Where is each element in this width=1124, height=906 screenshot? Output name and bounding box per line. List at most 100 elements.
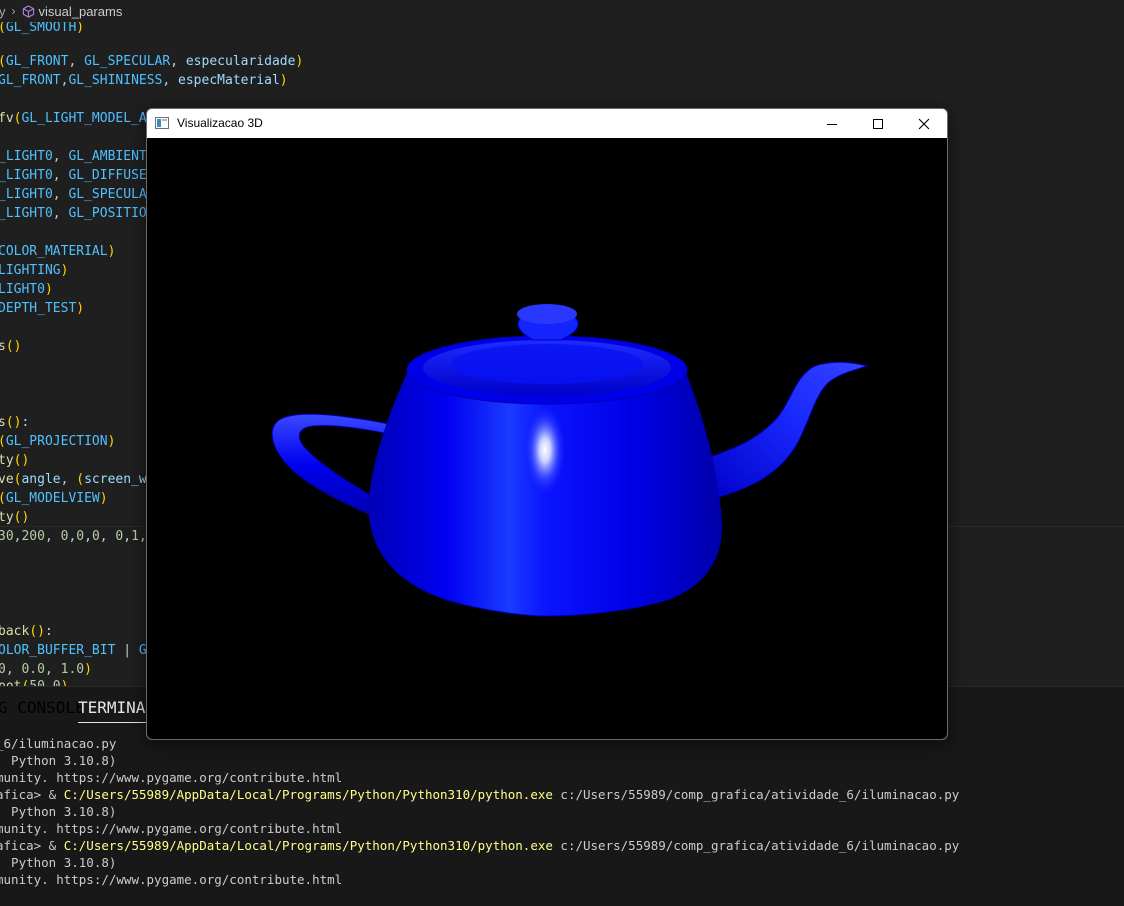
teapot-spout: [706, 361, 869, 499]
code-line-token: especularidade: [185, 54, 296, 69]
code-line-token: pot: [0, 679, 21, 686]
code-line-token: 1: [131, 529, 139, 544]
terminal-line: afica> & C:/Users/55989/AppData/Local/Pr…: [0, 837, 959, 854]
code-line-token: ty: [0, 453, 14, 468]
code-line-token: 50.0: [29, 679, 60, 686]
terminal-line: _6/iluminacao.py: [0, 735, 116, 752]
code-line-token: (): [5, 339, 22, 354]
close-button[interactable]: [901, 109, 947, 138]
terminal-line-token: C:/Users/55989/AppData/Local/Programs/Py…: [63, 838, 553, 853]
maximize-icon: [873, 118, 883, 129]
code-line-token: ,: [99, 529, 116, 544]
minimize-button[interactable]: [809, 109, 855, 138]
code-line-token: ): [61, 679, 69, 686]
code-line-token: GL_SHININESS: [68, 73, 163, 88]
code-line-token: 1.0: [60, 662, 85, 677]
code-line-token: :: [44, 624, 53, 639]
terminal-line: Python 3.10.8): [0, 854, 116, 871]
code-line: _LIGHT0, GL_AMBIENT: [0, 147, 147, 166]
tab-terminal[interactable]: TERMINAL: [78, 698, 156, 723]
code-line: _LIGHT0, GL_SPECULAR: [0, 185, 155, 204]
code-line-token: (): [13, 453, 30, 468]
code-line-token: GL_MODELVIEW: [5, 491, 100, 506]
code-line-token: ,: [52, 187, 69, 202]
code-line-token: angle: [21, 472, 61, 487]
code-line-token: ,: [5, 662, 22, 677]
code-line-token: ): [76, 301, 85, 316]
code-line-token: |: [115, 643, 139, 658]
code-line-token: 30: [0, 529, 14, 544]
code-line-token: _LIGHT0: [0, 149, 53, 164]
code-line-token: 0.0: [21, 662, 45, 677]
code-line-token: ,: [170, 54, 186, 69]
close-icon: [918, 118, 930, 129]
maximize-button[interactable]: [855, 109, 901, 138]
code-line-token: GL_FRONT: [0, 73, 61, 88]
teapot-render: [271, 304, 869, 617]
code-line: _LIGHT0, GL_POSITION: [0, 204, 155, 223]
terminal-line-token: c:/Users/55989/comp_grafica/atividade_6/…: [552, 838, 960, 853]
code-line-token: 200: [21, 529, 45, 544]
visualizacao-window[interactable]: Visualizacao 3D: [146, 108, 948, 740]
code-line: LIGHTING): [0, 261, 68, 280]
terminal-line: munity. https://www.pygame.org/contribut…: [0, 871, 342, 888]
terminal-line: Python 3.10.8): [0, 803, 116, 820]
window-titlebar[interactable]: Visualizacao 3D: [147, 109, 947, 138]
code-line-token: ,: [52, 149, 69, 164]
breadcrumb-current[interactable]: visual_params: [39, 4, 123, 19]
code-line: 30,200, 0,0,0, 0,1,0: [0, 527, 155, 546]
code-line-token: ,: [44, 529, 61, 544]
code-line-token: ,: [123, 529, 132, 544]
code-line-token: DEPTH_TEST: [0, 301, 77, 316]
terminal-line: Python 3.10.8): [0, 752, 116, 769]
code-line-token: LIGHT0: [0, 282, 45, 297]
terminal-line-token: afica> &: [0, 787, 64, 802]
code-line-token: ,: [162, 73, 179, 88]
code-line-token: back: [0, 624, 30, 639]
code-line: DEPTH_TEST): [0, 299, 84, 318]
render-canvas[interactable]: [147, 138, 947, 739]
code-line: ty(): [0, 451, 29, 470]
code-line-token: (): [13, 510, 30, 525]
code-line-token: GL_FRONT: [5, 54, 69, 69]
breadcrumb-prefix[interactable]: y: [0, 4, 6, 19]
cube-icon: [22, 4, 34, 18]
code-line-token: OLOR_BUFFER_BIT: [0, 643, 116, 658]
terminal-line-token: C:/Users/55989/AppData/Local/Programs/Py…: [63, 787, 553, 802]
app-window-icon: [155, 117, 169, 129]
breadcrumb: y › visual_params: [0, 0, 1124, 22]
code-line: s():: [0, 413, 29, 432]
terminal-line-token: munity. https://www.pygame.org/contribut…: [0, 770, 343, 785]
code-line-token: ): [44, 282, 53, 297]
terminal-line-token: munity. https://www.pygame.org/contribut…: [0, 872, 343, 887]
code-line: _LIGHT0, GL_DIFFUSE: [0, 166, 147, 185]
code-line-token: ): [84, 662, 92, 677]
code-line-token: ): [107, 244, 116, 259]
code-line: ty(): [0, 508, 29, 527]
terminal-line-token: Python 3.10.8): [0, 804, 117, 819]
code-line-token: GL_SPECULAR: [68, 187, 155, 202]
code-line: COLOR_MATERIAL): [0, 242, 115, 261]
code-line-token: ty: [0, 510, 14, 525]
code-line-token: ): [99, 491, 108, 506]
code-line-token: ,: [60, 472, 77, 487]
code-line-token: ): [295, 54, 304, 69]
code-line-token: (: [76, 472, 85, 487]
code-line-token: GL_AMBIENT: [68, 149, 147, 164]
code-line-token: 0: [76, 529, 85, 544]
code-line-token: GL_PROJECTION: [5, 434, 108, 449]
code-line-token: ,: [52, 206, 69, 221]
terminal-line: munity. https://www.pygame.org/contribut…: [0, 820, 342, 837]
code-line-token: ,: [52, 168, 69, 183]
tab-debug-console[interactable]: G CONSOLE: [0, 698, 85, 717]
code-line-token: LIGHTING: [0, 263, 61, 278]
code-line-token: ,: [68, 54, 85, 69]
code-line-token: ): [76, 22, 85, 35]
terminal-line-token: afica> &: [0, 838, 64, 853]
window-title: Visualizacao 3D: [177, 116, 263, 130]
terminal-line-token: _6/iluminacao.py: [0, 736, 117, 751]
terminal-line: afica> & C:/Users/55989/AppData/Local/Pr…: [0, 786, 959, 803]
code-line: GL_FRONT,GL_SHININESS, especMaterial): [0, 71, 288, 90]
code-line-token: _LIGHT0: [0, 187, 53, 202]
code-line: pot(50.0): [0, 677, 68, 686]
